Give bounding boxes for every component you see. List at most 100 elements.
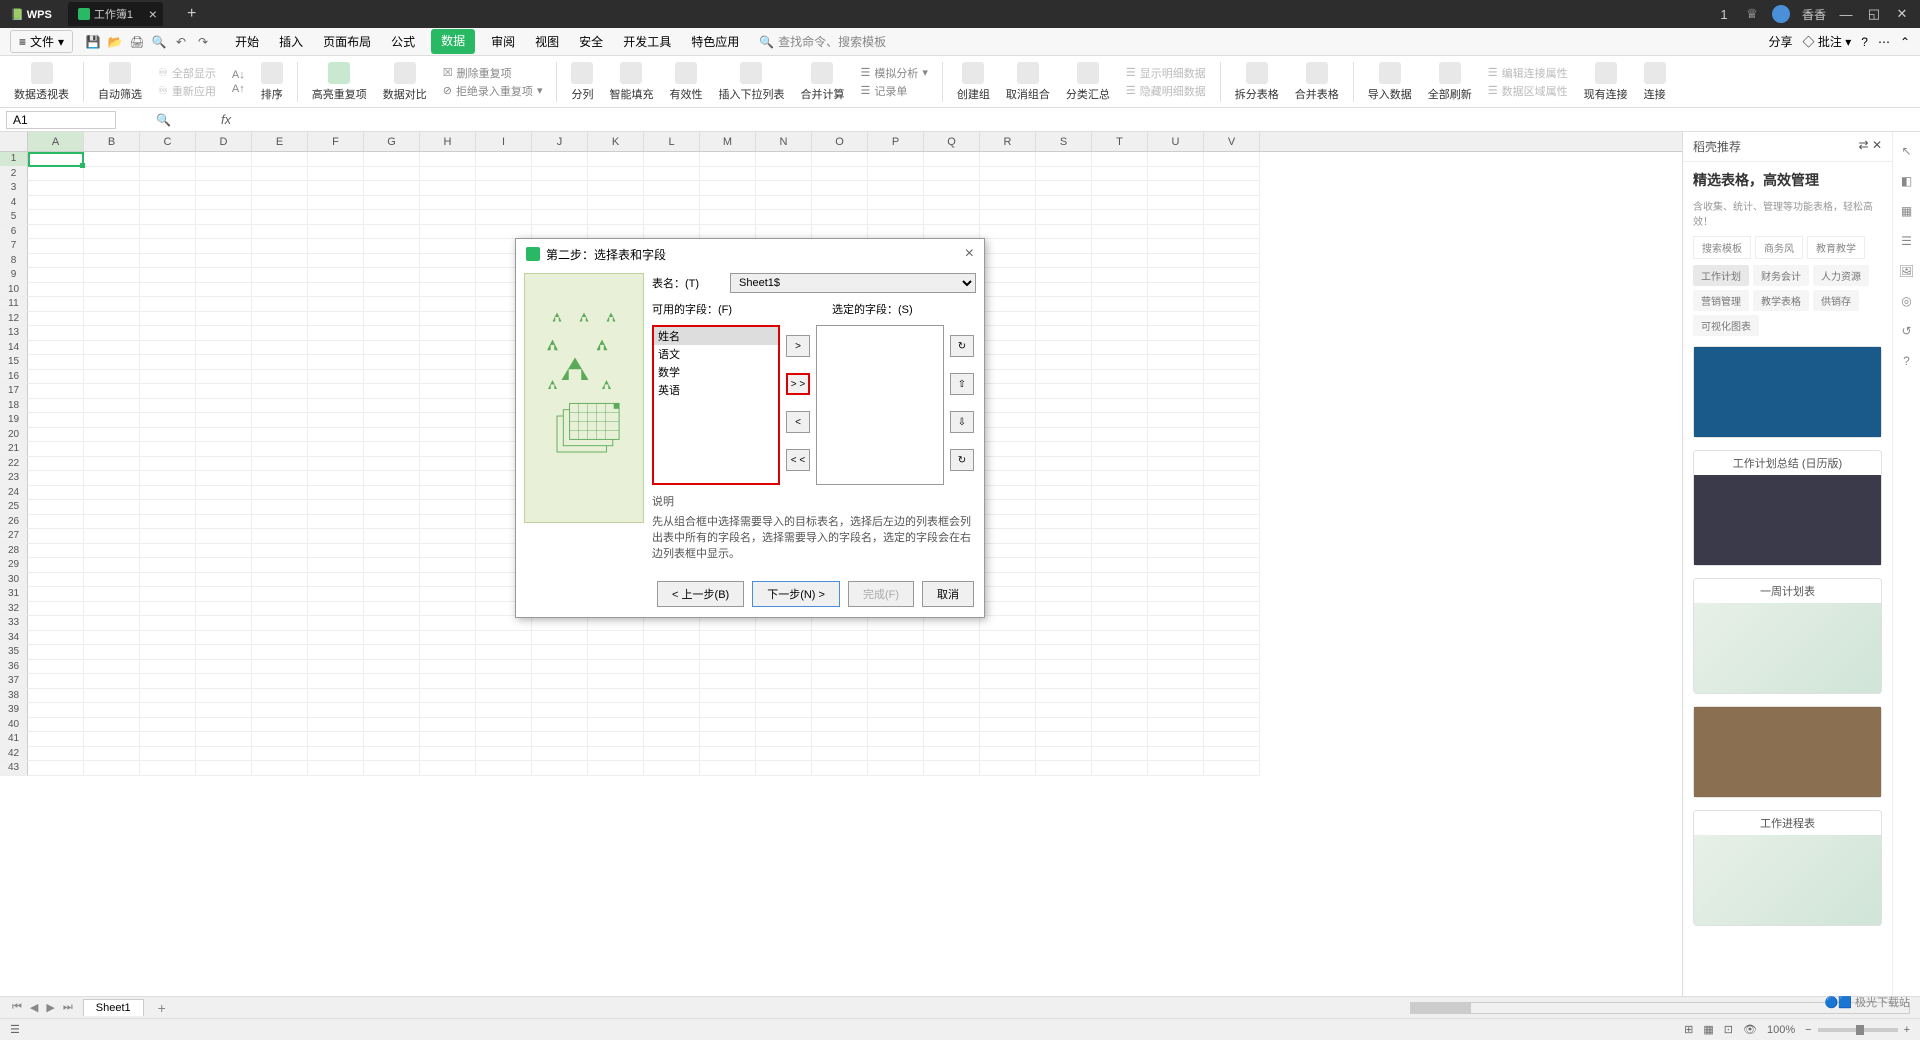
- cell[interactable]: [308, 631, 364, 646]
- column-header[interactable]: D: [196, 132, 252, 151]
- cell[interactable]: [644, 631, 700, 646]
- cell[interactable]: [980, 529, 1036, 544]
- cell[interactable]: [28, 747, 84, 762]
- cell[interactable]: [252, 674, 308, 689]
- cell[interactable]: [252, 631, 308, 646]
- cell[interactable]: [420, 312, 476, 327]
- cell[interactable]: [1036, 486, 1092, 501]
- cell[interactable]: [364, 181, 420, 196]
- cell[interactable]: [644, 167, 700, 182]
- last-sheet-icon[interactable]: ⏭: [61, 1001, 75, 1014]
- cell[interactable]: [980, 732, 1036, 747]
- cell[interactable]: [1092, 283, 1148, 298]
- cell[interactable]: [1092, 573, 1148, 588]
- cell[interactable]: [84, 689, 140, 704]
- row-header[interactable]: 30: [0, 573, 28, 588]
- cell[interactable]: [196, 486, 252, 501]
- tab-review[interactable]: 审阅: [487, 29, 519, 54]
- cell[interactable]: [308, 326, 364, 341]
- cell[interactable]: [1036, 689, 1092, 704]
- cell[interactable]: [140, 283, 196, 298]
- cell[interactable]: [308, 645, 364, 660]
- cell[interactable]: [84, 297, 140, 312]
- cell[interactable]: [1204, 515, 1260, 530]
- cell[interactable]: [1204, 413, 1260, 428]
- cell[interactable]: [980, 558, 1036, 573]
- cell[interactable]: [84, 515, 140, 530]
- cell[interactable]: [980, 268, 1036, 283]
- read-mode-icon[interactable]: 👁: [1743, 1023, 1757, 1036]
- cell[interactable]: [1092, 660, 1148, 675]
- cell[interactable]: [1148, 573, 1204, 588]
- cell[interactable]: [1204, 689, 1260, 704]
- cell[interactable]: [980, 515, 1036, 530]
- cell[interactable]: [1092, 210, 1148, 225]
- cell[interactable]: [28, 268, 84, 283]
- cell[interactable]: [588, 660, 644, 675]
- cell[interactable]: [924, 761, 980, 776]
- cell[interactable]: [924, 152, 980, 167]
- cell[interactable]: [308, 442, 364, 457]
- cell[interactable]: [28, 442, 84, 457]
- cell[interactable]: [588, 732, 644, 747]
- cell[interactable]: [420, 674, 476, 689]
- cell[interactable]: [140, 529, 196, 544]
- cell[interactable]: [476, 152, 532, 167]
- cell[interactable]: [1036, 631, 1092, 646]
- cell[interactable]: [308, 225, 364, 240]
- cell[interactable]: [1092, 689, 1148, 704]
- cell[interactable]: [700, 152, 756, 167]
- cell[interactable]: [84, 370, 140, 385]
- cell[interactable]: [28, 152, 84, 167]
- cell[interactable]: [588, 645, 644, 660]
- cell[interactable]: [924, 225, 980, 240]
- cell[interactable]: [28, 428, 84, 443]
- cell[interactable]: [84, 674, 140, 689]
- cell[interactable]: [364, 413, 420, 428]
- cell[interactable]: [1204, 471, 1260, 486]
- cell[interactable]: [140, 181, 196, 196]
- cell[interactable]: [476, 631, 532, 646]
- cell[interactable]: [420, 761, 476, 776]
- cell[interactable]: [252, 152, 308, 167]
- column-header[interactable]: G: [364, 132, 420, 151]
- cell[interactable]: [756, 616, 812, 631]
- cell[interactable]: [1036, 442, 1092, 457]
- cell[interactable]: [28, 587, 84, 602]
- row-header[interactable]: 29: [0, 558, 28, 573]
- cell[interactable]: [1204, 544, 1260, 559]
- cell[interactable]: [756, 689, 812, 704]
- cell[interactable]: [196, 355, 252, 370]
- cell[interactable]: [588, 747, 644, 762]
- cell[interactable]: [644, 181, 700, 196]
- del-dups-button[interactable]: ☒ 删除重复项: [443, 65, 543, 81]
- cell[interactable]: [1092, 399, 1148, 414]
- cell[interactable]: [28, 399, 84, 414]
- cell[interactable]: [1148, 341, 1204, 356]
- restore-icon[interactable]: ◱: [1866, 6, 1882, 22]
- cell[interactable]: [1036, 167, 1092, 182]
- cell[interactable]: [252, 486, 308, 501]
- cell[interactable]: [140, 428, 196, 443]
- cell[interactable]: [532, 747, 588, 762]
- column-header[interactable]: T: [1092, 132, 1148, 151]
- whatif-button[interactable]: ☰ 模拟分析 ▾: [860, 65, 927, 81]
- cell[interactable]: [140, 732, 196, 747]
- column-header[interactable]: L: [644, 132, 700, 151]
- view-normal-icon[interactable]: ⊞: [1684, 1023, 1693, 1036]
- cell[interactable]: [252, 573, 308, 588]
- cell[interactable]: [700, 196, 756, 211]
- cell[interactable]: [924, 210, 980, 225]
- cell[interactable]: [1148, 181, 1204, 196]
- cell[interactable]: [196, 660, 252, 675]
- cell[interactable]: [980, 181, 1036, 196]
- cell[interactable]: [588, 225, 644, 240]
- cell[interactable]: [700, 732, 756, 747]
- cell[interactable]: [140, 761, 196, 776]
- cell[interactable]: [196, 442, 252, 457]
- cell[interactable]: [1036, 544, 1092, 559]
- cell[interactable]: [140, 645, 196, 660]
- cell[interactable]: [756, 761, 812, 776]
- cell[interactable]: [84, 544, 140, 559]
- cell[interactable]: [812, 689, 868, 704]
